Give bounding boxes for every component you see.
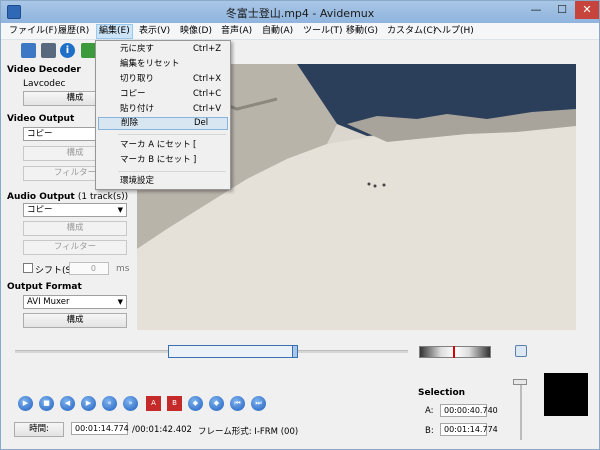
selection-a-label: A: <box>425 406 434 416</box>
marker-a-icon[interactable]: A <box>146 396 161 411</box>
menu-tools[interactable]: ツール(T) <box>301 24 345 39</box>
menu-cut[interactable]: 切り取り Ctrl+X <box>98 73 228 86</box>
menu-item-shortcut: ] <box>193 155 197 165</box>
next-keyframe-icon[interactable]: » <box>123 396 138 411</box>
volume-slider-thumb[interactable] <box>513 379 527 385</box>
jog-shuttle[interactable] <box>419 346 491 358</box>
menu-item-shortcut: Del <box>194 118 209 128</box>
audio-output-title: Audio Output (1 track(s)) <box>7 192 128 202</box>
title-bar[interactable]: 冬富士登山.mp4 - Avidemux — ☐ ✕ <box>1 1 599 23</box>
menu-item-label: 元に戻す <box>120 44 155 54</box>
next-frame-icon[interactable]: ▶ <box>81 396 96 411</box>
toolbar: i <box>1 40 599 61</box>
menu-view[interactable]: 表示(V) <box>137 24 172 39</box>
stop-icon[interactable]: ■ <box>39 396 54 411</box>
audio-output-title-text: Audio Output <box>7 192 75 202</box>
audio-output-configure-button[interactable]: 構成 <box>23 221 127 236</box>
menu-audio[interactable]: 音声(A) <box>219 24 254 39</box>
go-end-icon[interactable]: ⏭ <box>251 396 266 411</box>
menu-history[interactable]: 履歴(R) <box>56 24 91 39</box>
menu-undo[interactable]: 元に戻す Ctrl+Z <box>98 43 228 56</box>
menu-preferences[interactable]: 環境設定 <box>98 175 228 188</box>
menu-reset-edits[interactable]: 編集をリセット <box>98 58 228 71</box>
menu-item-shortcut: Ctrl+V <box>193 104 222 114</box>
audio-meter <box>544 373 588 416</box>
total-time: /00:01:42.402 <box>132 425 192 435</box>
menu-item-label: 環境設定 <box>120 176 155 186</box>
go-start-icon[interactable]: ⏮ <box>230 396 245 411</box>
selection-b-field[interactable]: 00:01:14.774 <box>440 423 498 436</box>
avidemux-window: 冬富士登山.mp4 - Avidemux — ☐ ✕ ファイル(F) 履歴(R)… <box>0 0 600 450</box>
menu-item-label: 切り取り <box>120 74 155 84</box>
jog-center-mark <box>453 346 455 358</box>
menu-edit[interactable]: 編集(E) <box>96 24 133 39</box>
menu-auto[interactable]: 自動(A) <box>260 24 295 39</box>
prev-keyframe-icon[interactable]: « <box>102 396 117 411</box>
audio-output-tracks: (1 track(s)) <box>77 192 129 202</box>
menu-go[interactable]: 移動(G) <box>344 24 380 39</box>
menu-set-marker-a[interactable]: マーカ A にセット[ <box>98 139 228 152</box>
play-filtered-icon[interactable] <box>81 43 96 58</box>
selection-title: Selection <box>418 388 466 398</box>
menu-copy[interactable]: コピー Ctrl+C <box>98 88 228 101</box>
chevron-down-icon: ▼ <box>117 298 123 306</box>
menu-file[interactable]: ファイル(F) <box>7 24 59 39</box>
selection-a-field[interactable]: 00:00:40.740 <box>440 404 498 417</box>
selection-b-label: B: <box>425 426 434 436</box>
menu-item-shortcut: [ <box>193 140 197 150</box>
open-folder-icon[interactable] <box>21 43 36 58</box>
video-decoder-codec: Lavcodec <box>23 79 66 89</box>
menu-item-shortcut: Ctrl+X <box>193 74 222 84</box>
menu-item-label: マーカ B にセット <box>120 155 191 165</box>
maximize-button[interactable]: ☐ <box>549 1 575 19</box>
menu-delete[interactable]: 削除 Del <box>98 117 228 130</box>
volume-slider-track[interactable] <box>520 384 522 440</box>
shift-checkbox[interactable] <box>23 263 33 273</box>
prev-frame-icon[interactable]: ◀ <box>60 396 75 411</box>
menu-item-label: 編集をリセット <box>120 59 180 69</box>
play-icon[interactable]: ▶ <box>18 396 33 411</box>
audio-output-value: コピー <box>27 205 53 215</box>
menu-item-label: マーカ A にセット <box>120 140 191 150</box>
frame-type: フレーム形式: I-FRM (00) <box>198 427 299 437</box>
shift-unit: ms <box>116 264 130 274</box>
menu-item-label: コピー <box>120 89 146 99</box>
output-format-select[interactable]: AVI Muxer ▼ <box>23 295 127 309</box>
prev-black-icon[interactable]: ◆ <box>188 396 203 411</box>
menu-item-label: 削除 <box>121 118 139 128</box>
menu-set-marker-b[interactable]: マーカ B にセット] <box>98 154 228 167</box>
menu-item-shortcut: Ctrl+C <box>193 89 222 99</box>
menu-paste[interactable]: 貼り付け Ctrl+V <box>98 103 228 116</box>
menu-item-shortcut: Ctrl+Z <box>193 44 222 54</box>
time-button[interactable]: 時間: <box>14 422 64 437</box>
menu-separator <box>118 171 226 172</box>
menu-help[interactable]: ヘルプ(H) <box>431 24 476 39</box>
edit-menu-dropdown: 元に戻す Ctrl+Z 編集をリセット 切り取り Ctrl+X コピー Ctrl+C … <box>95 40 231 190</box>
close-button[interactable]: ✕ <box>575 1 599 19</box>
selection-range <box>168 345 298 358</box>
output-format-configure-button[interactable]: 構成 <box>23 313 127 328</box>
menu-bar: ファイル(F) 履歴(R) 編集(E) 表示(V) 映像(D) 音声(A) 自動… <box>1 23 599 40</box>
current-time-field[interactable]: 00:01:14.774 <box>71 422 129 435</box>
volume-icon[interactable] <box>515 345 527 357</box>
minimize-button[interactable]: — <box>523 1 549 19</box>
chevron-down-icon: ▼ <box>117 206 123 214</box>
shift-spinbox[interactable]: 0 <box>69 262 109 275</box>
save-icon[interactable] <box>41 43 56 58</box>
window-title: 冬富士登山.mp4 - Avidemux <box>225 7 375 20</box>
video-output-title: Video Output <box>7 114 75 124</box>
output-format-title: Output Format <box>7 282 82 292</box>
next-black-icon[interactable]: ◆ <box>209 396 224 411</box>
seek-handle[interactable] <box>292 345 298 358</box>
marker-b-icon[interactable]: B <box>167 396 182 411</box>
audio-output-filters-button[interactable]: フィルター <box>23 240 127 255</box>
info-icon[interactable]: i <box>60 43 75 58</box>
menu-item-label: 貼り付け <box>120 104 155 114</box>
audio-output-select[interactable]: コピー ▼ <box>23 203 127 217</box>
menu-video[interactable]: 映像(D) <box>178 24 214 39</box>
output-format-value: AVI Muxer <box>27 297 70 307</box>
menu-separator <box>118 134 226 135</box>
video-decoder-title: Video Decoder <box>7 65 81 75</box>
video-output-value: コピー <box>27 129 53 139</box>
